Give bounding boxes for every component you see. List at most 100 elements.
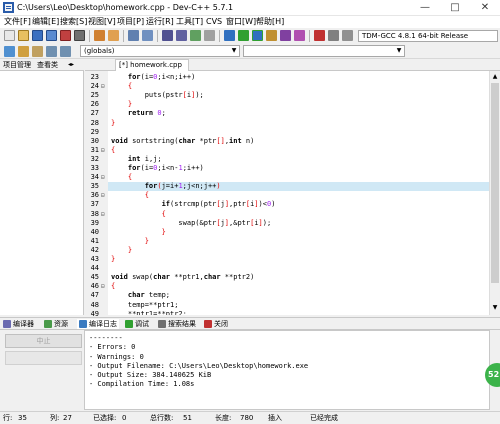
close-button[interactable]: ✕ xyxy=(470,0,500,16)
scroll-up-icon[interactable]: ▲ xyxy=(491,73,499,81)
save-icon[interactable] xyxy=(32,30,43,41)
remove-file-icon[interactable] xyxy=(204,30,215,41)
open-folder-icon[interactable] xyxy=(18,30,29,41)
code-line[interactable]: char temp; xyxy=(108,291,489,300)
redo-icon[interactable] xyxy=(108,30,119,41)
toggle-bookmark-icon[interactable] xyxy=(18,46,29,57)
code-line[interactable]: swap(&ptr[j],&ptr[i]); xyxy=(108,219,489,228)
fold-toggle-icon[interactable]: ⊟ xyxy=(101,146,108,155)
code-line[interactable]: } xyxy=(108,119,489,128)
code-line[interactable]: { xyxy=(108,146,489,155)
code-line[interactable]: { xyxy=(108,210,489,219)
add-file-icon[interactable] xyxy=(190,30,201,41)
unindent-icon[interactable] xyxy=(60,46,71,57)
code-line[interactable]: { xyxy=(108,282,489,291)
compiler-select[interactable]: TDM-GCC 4.8.1 64-bit Release xyxy=(358,30,498,42)
tab-class-browser[interactable]: 查看类 xyxy=(37,60,58,70)
compile-icon[interactable] xyxy=(224,30,235,41)
fold-toggle-icon[interactable]: ⊟ xyxy=(101,82,108,91)
code-line[interactable]: **ptr1=**ptr2; xyxy=(108,310,489,315)
new-file-icon[interactable] xyxy=(4,30,15,41)
code-line[interactable]: void swap(char **ptr1,char **ptr2) xyxy=(108,273,489,282)
maximize-button[interactable]: □ xyxy=(440,0,470,16)
fold-toggle-icon[interactable]: ⊟ xyxy=(101,210,108,219)
code-line[interactable]: int i,j; xyxy=(108,155,489,164)
tab-debug-label: 调试 xyxy=(135,320,149,328)
code-line[interactable]: { xyxy=(108,173,489,182)
minimize-button[interactable]: — xyxy=(410,0,440,16)
abort-compilation-button[interactable]: 中止 xyxy=(5,334,82,348)
menu-file[interactable]: 文件[F] xyxy=(4,17,31,27)
code-line[interactable]: } xyxy=(108,228,489,237)
code-line[interactable]: void sortstring(char *ptr[],int n) xyxy=(108,137,489,146)
tab-compile-log[interactable]: 编译日志 xyxy=(77,319,119,329)
close-file-icon[interactable] xyxy=(60,30,71,41)
tab-scroll-arrows[interactable]: ◂▸ xyxy=(68,60,74,70)
code-line[interactable]: puts(pstr[i]); xyxy=(108,91,489,100)
scope-select[interactable]: (globals) ▼ xyxy=(80,45,240,57)
code-line[interactable]: { xyxy=(108,191,489,200)
stop-icon[interactable] xyxy=(314,30,325,41)
indent-icon[interactable] xyxy=(46,46,57,57)
code-line[interactable]: for(i=0;i<n;i++) xyxy=(108,73,489,82)
code-line[interactable]: } xyxy=(108,237,489,246)
code-line[interactable] xyxy=(108,264,489,273)
menu-search[interactable]: 搜索[S] xyxy=(60,17,87,27)
code-line[interactable]: { xyxy=(108,82,489,91)
find-icon[interactable] xyxy=(128,30,139,41)
menu-edit[interactable]: 编辑[E] xyxy=(32,17,59,27)
line-number: 46 xyxy=(90,282,99,291)
code-line[interactable]: for(i=0;i<n-1;i++) xyxy=(108,164,489,173)
menu-project[interactable]: 项目[P] xyxy=(117,17,144,27)
code-line[interactable]: } xyxy=(108,100,489,109)
undo-icon[interactable] xyxy=(94,30,105,41)
scroll-down-icon[interactable]: ▼ xyxy=(491,304,499,312)
menu-run[interactable]: 运行[R] xyxy=(146,17,174,27)
fold-toggle-icon[interactable]: ⊟ xyxy=(101,282,108,291)
fold-toggle-icon[interactable]: ⊟ xyxy=(101,173,108,182)
log-line: - Output Filename: C:\Users\Leo\Desktop\… xyxy=(89,361,309,370)
fold-toggle-icon[interactable]: ⊟ xyxy=(101,191,108,200)
tab-resources[interactable]: 资源 xyxy=(44,319,68,329)
tab-project-manager[interactable]: 项目管理 xyxy=(3,60,31,70)
goto-bookmark-icon[interactable] xyxy=(32,46,43,57)
resources-icon xyxy=(44,320,52,328)
code-line[interactable]: for(j=i+1;j<n;j++) xyxy=(108,182,489,192)
tab-compiler[interactable]: 编译器 xyxy=(3,319,34,329)
editor-vertical-scrollbar[interactable]: ▲ ▼ xyxy=(489,71,500,315)
code-editor[interactable]: for(i=0;i<n;i++) { puts(pstr[i]); } retu… xyxy=(108,71,489,315)
tab-close[interactable]: 关闭 xyxy=(204,319,228,329)
code-line[interactable]: temp=**ptr1; xyxy=(108,301,489,310)
code-line[interactable]: } xyxy=(108,255,489,264)
insert-icon[interactable] xyxy=(4,46,15,57)
code-line[interactable]: } xyxy=(108,246,489,255)
tab-debug[interactable]: 调试 xyxy=(125,319,149,329)
menu-tools[interactable]: 工具[T] xyxy=(176,17,203,27)
delete-profile-icon[interactable] xyxy=(342,30,353,41)
code-line[interactable]: return 0; xyxy=(108,109,489,118)
code-line[interactable]: if(strcmp(ptr[j],ptr[i])<0) xyxy=(108,200,489,209)
scrollbar-thumb[interactable] xyxy=(491,83,499,283)
tab-search-results[interactable]: 搜索结果 xyxy=(158,319,196,329)
print-icon[interactable] xyxy=(74,30,85,41)
compile-log-output[interactable]: -------- - Errors: 0- Warnings: 0- Output… xyxy=(84,330,490,410)
save-all-icon[interactable] xyxy=(46,30,57,41)
run-icon[interactable] xyxy=(238,30,249,41)
debug-icon[interactable] xyxy=(280,30,291,41)
shorten-paths-option[interactable] xyxy=(5,351,82,365)
compile-run-icon[interactable] xyxy=(252,30,263,41)
replace-icon[interactable] xyxy=(142,30,153,41)
menu-help[interactable]: 帮助[H] xyxy=(256,17,284,27)
code-line[interactable] xyxy=(108,128,489,137)
profile-icon[interactable] xyxy=(328,30,339,41)
menu-view[interactable]: 视图[V] xyxy=(88,17,116,27)
menu-cvs[interactable]: CVS xyxy=(206,17,222,27)
menu-window[interactable]: 窗口[W] xyxy=(226,17,256,27)
new-project-icon[interactable] xyxy=(162,30,173,41)
status-selected-value: 0 xyxy=(122,414,127,422)
check-syntax-icon[interactable] xyxy=(294,30,305,41)
tab-homework-cpp[interactable]: [*] homework.cpp xyxy=(115,59,189,71)
function-select[interactable]: ▼ xyxy=(243,45,405,57)
project-options-icon[interactable] xyxy=(176,30,187,41)
rebuild-icon[interactable] xyxy=(266,30,277,41)
